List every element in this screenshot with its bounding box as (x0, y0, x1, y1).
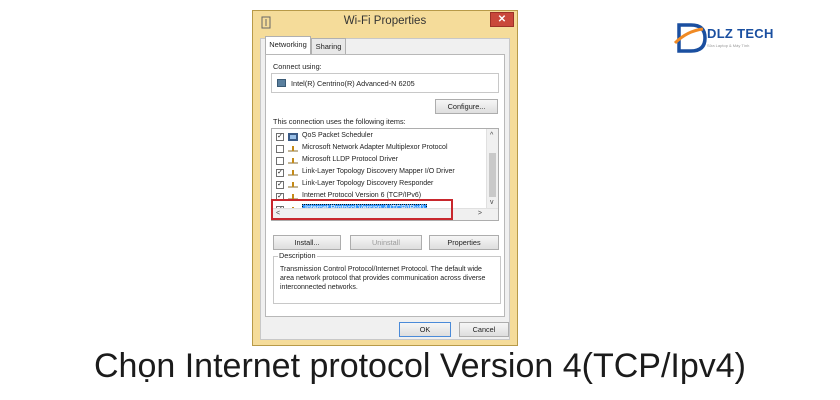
uninstall-button: Uninstall (350, 235, 422, 250)
adapter-field: Intel(R) Centrino(R) Advanced-N 6205 (271, 73, 499, 93)
item-checkbox[interactable]: ✓ (276, 181, 284, 189)
window-title: Wi-Fi Properties (343, 15, 427, 27)
list-item[interactable]: ✓ Link-Layer Topology Discovery Mapper I… (272, 167, 486, 179)
item-checkbox[interactable] (276, 145, 284, 153)
cancel-button[interactable]: Cancel (459, 322, 509, 337)
description-text: Transmission Control Protocol/Internet P… (280, 266, 486, 291)
item-checkbox[interactable]: ✓ (276, 133, 284, 141)
item-checkbox[interactable]: ✓ (276, 169, 284, 177)
protocol-icon (288, 170, 298, 176)
caption: Chọn Internet protocol Version 4(TCP/Ipv… (94, 347, 746, 385)
list-item[interactable]: Microsoft LLDP Protocol Driver (272, 155, 486, 167)
item-label: Microsoft LLDP Protocol Driver (302, 156, 398, 163)
item-label: Microsoft Network Adapter Multiplexor Pr… (302, 144, 448, 151)
protocol-icon (288, 158, 298, 164)
vertical-scrollbar[interactable]: ^ v (486, 129, 498, 209)
scroll-up-icon[interactable]: ^ (490, 132, 493, 140)
scroll-right-icon[interactable]: > (478, 210, 482, 218)
dlz-tech-logo: DLZ TECH Sửa Laptop & Máy Tính (673, 21, 798, 56)
item-label: QoS Packet Scheduler (302, 132, 373, 139)
items-label: This connection uses the following items… (273, 117, 406, 126)
description-group: Description Transmission Control Protoco… (273, 251, 501, 304)
adapter-name: Intel(R) Centrino(R) Advanced-N 6205 (291, 79, 415, 88)
logo-subtext: Sửa Laptop & Máy Tính (707, 43, 750, 48)
list-item[interactable]: Microsoft Network Adapter Multiplexor Pr… (272, 143, 486, 155)
scheduler-icon (288, 133, 298, 141)
item-checkbox[interactable] (276, 157, 284, 165)
protocol-icon (288, 182, 298, 188)
list-item[interactable]: ✓ QoS Packet Scheduler (272, 131, 486, 143)
description-title: Description (278, 251, 317, 260)
scroll-down-icon[interactable]: v (490, 199, 494, 207)
connect-using-label: Connect using: (273, 62, 322, 71)
logo-text: DLZ TECH (707, 26, 774, 41)
list-item[interactable]: ✓ Link-Layer Topology Discovery Responde… (272, 179, 486, 191)
ok-button[interactable]: OK (399, 322, 451, 337)
configure-button[interactable]: Configure... (435, 99, 498, 114)
item-label: Link-Layer Topology Discovery Mapper I/O… (302, 168, 455, 175)
title-bar: Wi-Fi Properties ✕ (253, 11, 517, 35)
scroll-thumb[interactable] (489, 153, 496, 197)
item-label: Internet Protocol Version 6 (TCP/IPv6) (302, 192, 422, 199)
install-button[interactable]: Install... (273, 235, 341, 250)
tab-sharing[interactable]: Sharing (311, 38, 346, 55)
highlight-box (271, 199, 453, 220)
tab-networking[interactable]: Networking (265, 36, 311, 54)
network-adapter-icon (277, 79, 286, 87)
item-label: Link-Layer Topology Discovery Responder (302, 180, 434, 187)
protocol-icon (288, 146, 298, 152)
properties-button[interactable]: Properties (429, 235, 499, 250)
close-button[interactable]: ✕ (490, 12, 514, 27)
